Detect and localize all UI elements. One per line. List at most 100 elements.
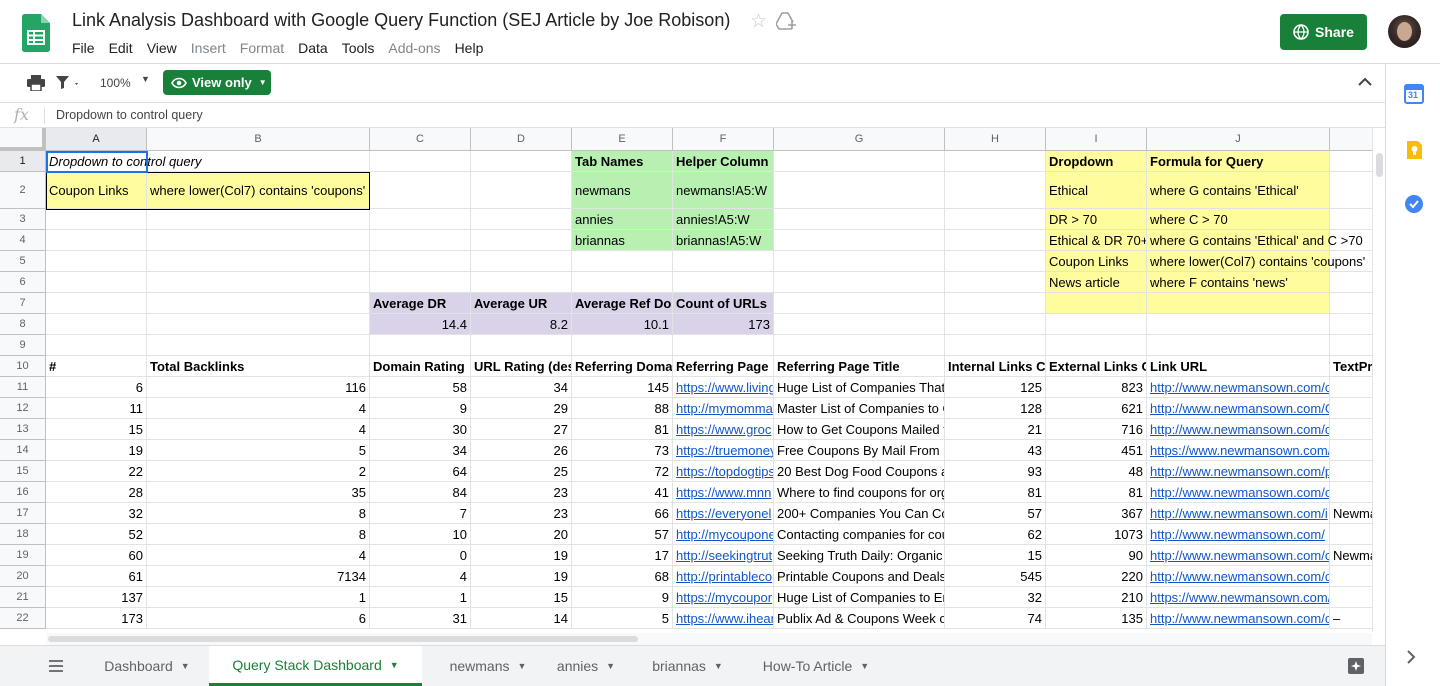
table-cell[interactable]: 26	[471, 440, 572, 461]
grid-cell[interactable]	[945, 293, 1046, 314]
grid-cell[interactable]	[471, 151, 572, 172]
table-cell[interactable]: 19	[46, 440, 147, 461]
sheet-cell[interactable]: Dropdown	[1046, 151, 1147, 172]
menu-file[interactable]: File	[72, 40, 95, 56]
grid-cell[interactable]	[1147, 314, 1330, 335]
table-cell[interactable]: Master List of Companies to G	[774, 398, 945, 419]
row-header[interactable]: 11	[0, 377, 46, 398]
grid-cell[interactable]	[673, 272, 774, 293]
sheet-tab-dropdown-icon[interactable]: ▼	[606, 661, 615, 671]
menu-view[interactable]: View	[147, 40, 177, 56]
row-header[interactable]: 18	[0, 524, 46, 545]
row-header[interactable]: 20	[0, 566, 46, 587]
table-cell[interactable]: 72	[572, 461, 673, 482]
table-cell[interactable]: 4	[147, 419, 370, 440]
column-header[interactable]: C	[370, 128, 471, 151]
table-cell[interactable]: 6	[147, 608, 370, 629]
view-only-button[interactable]: View only ▼	[163, 70, 271, 95]
sheet-cell[interactable]: where G contains 'Ethical'	[1147, 172, 1330, 209]
table-cell[interactable]: 137	[46, 587, 147, 608]
table-cell[interactable]: 545	[945, 566, 1046, 587]
table-cell[interactable]: 73	[572, 440, 673, 461]
table-cell[interactable]: 23	[471, 482, 572, 503]
row-header[interactable]: 22	[0, 608, 46, 629]
grid-cell[interactable]	[46, 251, 147, 272]
table-header-cell[interactable]: Domain Rating	[370, 356, 471, 377]
column-header[interactable]: A	[46, 128, 147, 151]
sheet-cell[interactable]: briannas	[572, 230, 673, 251]
grid-cell[interactable]	[774, 230, 945, 251]
row-header[interactable]: 7	[0, 293, 46, 314]
table-cell[interactable]: 17	[572, 545, 673, 566]
grid-cell[interactable]	[1330, 293, 1372, 314]
table-cell[interactable]: 9	[370, 398, 471, 419]
table-cell[interactable]: http://www.newmansown.com/i	[1147, 503, 1330, 524]
sheet-cell[interactable]: where lower(Col7) contains 'coupons'	[1147, 251, 1365, 272]
column-header[interactable]: B	[147, 128, 370, 151]
table-cell[interactable]: Free Coupons By Mail From 1	[774, 440, 945, 461]
row-header[interactable]: 19	[0, 545, 46, 566]
table-cell[interactable]: https://www.groc	[673, 419, 774, 440]
grid-cell[interactable]	[945, 272, 1046, 293]
table-cell[interactable]: 9	[572, 587, 673, 608]
table-cell[interactable]: 32	[46, 503, 147, 524]
grid-cell[interactable]	[471, 335, 572, 356]
row-header[interactable]: 10	[0, 356, 46, 377]
avatar[interactable]	[1388, 15, 1421, 48]
table-cell[interactable]: 0	[370, 545, 471, 566]
table-cell[interactable]: 66	[572, 503, 673, 524]
table-cell[interactable]: http://www.newmansown.com/coupons	[1147, 482, 1330, 503]
grid-cell[interactable]	[673, 335, 774, 356]
sheet-tab-dropdown-icon[interactable]: ▼	[860, 661, 869, 671]
table-cell[interactable]: 135	[1046, 608, 1147, 629]
table-cell[interactable]: 4	[147, 545, 370, 566]
table-cell[interactable]: 15	[46, 419, 147, 440]
table-header-cell[interactable]: #	[46, 356, 147, 377]
table-cell[interactable]: https://www.newmansown.com/contact	[1147, 440, 1330, 461]
grid-cell[interactable]	[147, 335, 370, 356]
table-cell[interactable]: 19	[471, 545, 572, 566]
table-cell[interactable]: 25	[471, 461, 572, 482]
menu-insert[interactable]: Insert	[191, 40, 226, 56]
column-header[interactable]: I	[1046, 128, 1147, 151]
column-header[interactable]	[1330, 128, 1372, 151]
sheet-tab-dropdown-icon[interactable]: ▼	[181, 661, 190, 671]
table-cell[interactable]: 15	[471, 587, 572, 608]
table-cell[interactable]: 5	[147, 440, 370, 461]
table-cell[interactable]: Publix Ad & Coupons Week o	[774, 608, 945, 629]
table-cell[interactable]: http://www.newmansown.com/coupons	[1147, 566, 1330, 587]
select-all-corner[interactable]	[0, 128, 46, 151]
print-icon[interactable]	[27, 75, 45, 94]
menu-add-ons[interactable]: Add-ons	[388, 40, 440, 56]
grid-cell[interactable]	[147, 251, 370, 272]
row-header[interactable]: 3	[0, 209, 46, 230]
grid-cell[interactable]	[147, 272, 370, 293]
grid-cell[interactable]	[945, 251, 1046, 272]
table-cell[interactable]: https://truemoney	[673, 440, 774, 461]
vertical-scroll-thumb[interactable]	[1376, 153, 1383, 177]
share-button[interactable]: Share	[1280, 14, 1367, 50]
grid-cell[interactable]	[1330, 335, 1372, 356]
table-cell[interactable]	[1330, 524, 1372, 545]
table-cell[interactable]: http://www.newmansown.com/	[1147, 524, 1330, 545]
table-cell[interactable]: http://printableco	[673, 566, 774, 587]
table-cell[interactable]: 1	[147, 587, 370, 608]
table-cell[interactable]: https://www.ihear	[673, 608, 774, 629]
table-header-cell[interactable]: TextPr	[1330, 356, 1372, 377]
table-cell[interactable]: 88	[572, 398, 673, 419]
spreadsheet-grid[interactable]: A B C D E F G H I J 1 2 3 4 5 6 7 8 9 10 11 12 13 14 15 16 17 18 19 2…	[0, 128, 1372, 632]
table-cell[interactable]: 41	[572, 482, 673, 503]
row-header[interactable]: 8	[0, 314, 46, 335]
table-cell[interactable]: https://www.newmansown.com/contact	[1147, 587, 1330, 608]
sheets-logo-icon[interactable]	[22, 14, 50, 52]
table-cell[interactable]: http://seekingtrut	[673, 545, 774, 566]
table-cell[interactable]: https://www.mnn	[673, 482, 774, 503]
table-cell[interactable]: 93	[945, 461, 1046, 482]
table-cell[interactable]	[1330, 566, 1372, 587]
grid-cell[interactable]	[774, 251, 945, 272]
grid-cell[interactable]	[774, 314, 945, 335]
column-header[interactable]: G	[774, 128, 945, 151]
grid-cell[interactable]	[774, 293, 945, 314]
table-cell[interactable]: Printable Coupons and Deals	[774, 566, 945, 587]
table-cell[interactable]: 48	[1046, 461, 1147, 482]
